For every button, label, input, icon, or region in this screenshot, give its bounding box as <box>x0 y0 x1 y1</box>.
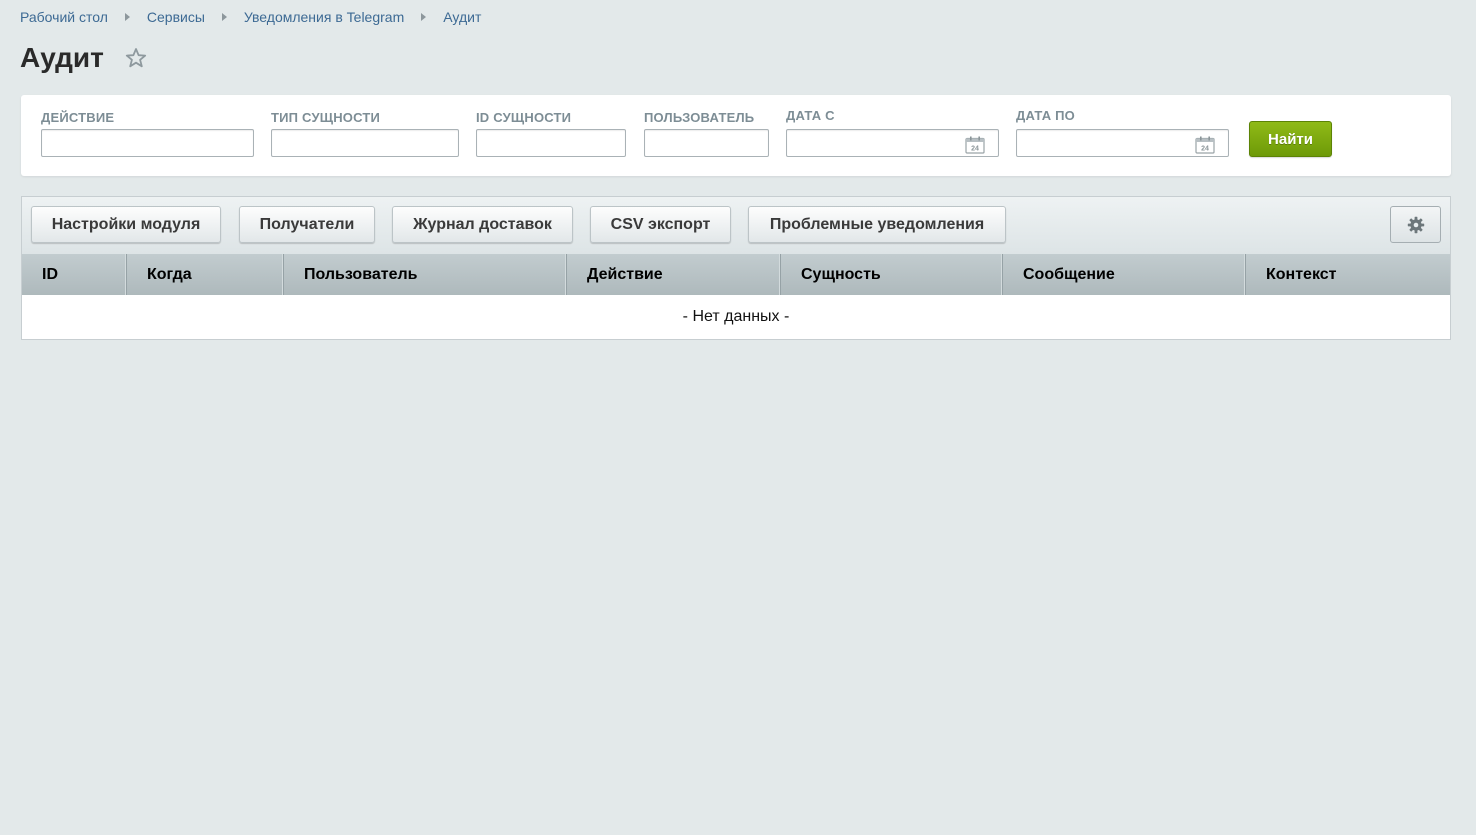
column-header-id[interactable]: ID <box>22 254 127 295</box>
delivery-log-button[interactable]: Журнал доставок <box>392 206 573 243</box>
entity-type-input[interactable] <box>271 129 459 157</box>
filter-action: ДЕЙСТВИЕ <box>41 110 254 157</box>
grid-toolbar: Настройки модуля Получатели Журнал доста… <box>22 197 1450 254</box>
column-header-context[interactable]: Контекст <box>1246 254 1450 295</box>
settings-button[interactable] <box>1390 206 1441 243</box>
csv-export-button[interactable]: CSV экспорт <box>590 206 731 243</box>
filter-user: ПОЛЬЗОВАТЕЛЬ <box>644 110 769 157</box>
page-header: Аудит <box>20 42 147 74</box>
problem-notifications-button[interactable]: Проблемные уведомления <box>748 206 1006 243</box>
filter-entity-type-label: ТИП СУЩНОСТИ <box>271 110 381 125</box>
star-icon[interactable] <box>125 47 147 69</box>
chevron-right-icon <box>221 13 227 21</box>
calendar-icon-day: 24 <box>1201 146 1209 153</box>
calendar-icon[interactable]: 24 <box>1195 136 1215 154</box>
filter-action-label: ДЕЙСТВИЕ <box>41 110 115 125</box>
calendar-icon-day: 24 <box>971 146 979 153</box>
user-input[interactable] <box>644 129 769 157</box>
breadcrumb: Рабочий стол Сервисы Уведомления в Teleg… <box>20 8 481 26</box>
breadcrumb-services[interactable]: Сервисы <box>147 9 205 25</box>
filter-user-label: ПОЛЬЗОВАТЕЛЬ <box>644 110 755 125</box>
page-title: Аудит <box>20 42 104 73</box>
filter-entity-id: ID СУЩНОСТИ <box>476 110 626 157</box>
filter-date-to: ДАТА ПО 24 <box>1016 108 1229 157</box>
breadcrumb-audit: Аудит <box>443 9 482 25</box>
filter-date-to-label: ДАТА ПО <box>1016 108 1075 123</box>
breadcrumb-telegram-notifications[interactable]: Уведомления в Telegram <box>244 9 404 25</box>
column-header-when[interactable]: Когда <box>127 254 284 295</box>
table-header: ID Когда Пользователь Действие Сущность … <box>22 254 1450 295</box>
column-header-message[interactable]: Сообщение <box>1003 254 1246 295</box>
audit-grid: Настройки модуля Получатели Журнал доста… <box>21 196 1451 340</box>
chevron-right-icon <box>124 13 130 21</box>
column-header-user[interactable]: Пользователь <box>284 254 567 295</box>
filter-entity-id-label: ID СУЩНОСТИ <box>476 110 572 125</box>
recipients-button[interactable]: Получатели <box>239 206 375 243</box>
empty-table-message: - Нет данных - <box>682 308 790 325</box>
filter-panel: ДЕЙСТВИЕ ТИП СУЩНОСТИ ID СУЩНОСТИ ПОЛЬЗО… <box>21 95 1451 176</box>
calendar-icon[interactable]: 24 <box>965 136 985 154</box>
entity-id-input[interactable] <box>476 129 626 157</box>
filter-date-from: ДАТА С 24 <box>786 108 999 157</box>
filter-entity-type: ТИП СУЩНОСТИ <box>271 110 459 157</box>
find-button[interactable]: Найти <box>1249 121 1332 157</box>
filter-date-from-label: ДАТА С <box>786 108 835 123</box>
column-header-action[interactable]: Действие <box>567 254 781 295</box>
breadcrumb-desktop[interactable]: Рабочий стол <box>20 9 108 25</box>
action-input[interactable] <box>41 129 254 157</box>
chevron-right-icon <box>421 13 427 21</box>
module-settings-button[interactable]: Настройки модуля <box>31 206 221 243</box>
gear-icon <box>1407 216 1425 234</box>
column-header-entity[interactable]: Сущность <box>781 254 1003 295</box>
